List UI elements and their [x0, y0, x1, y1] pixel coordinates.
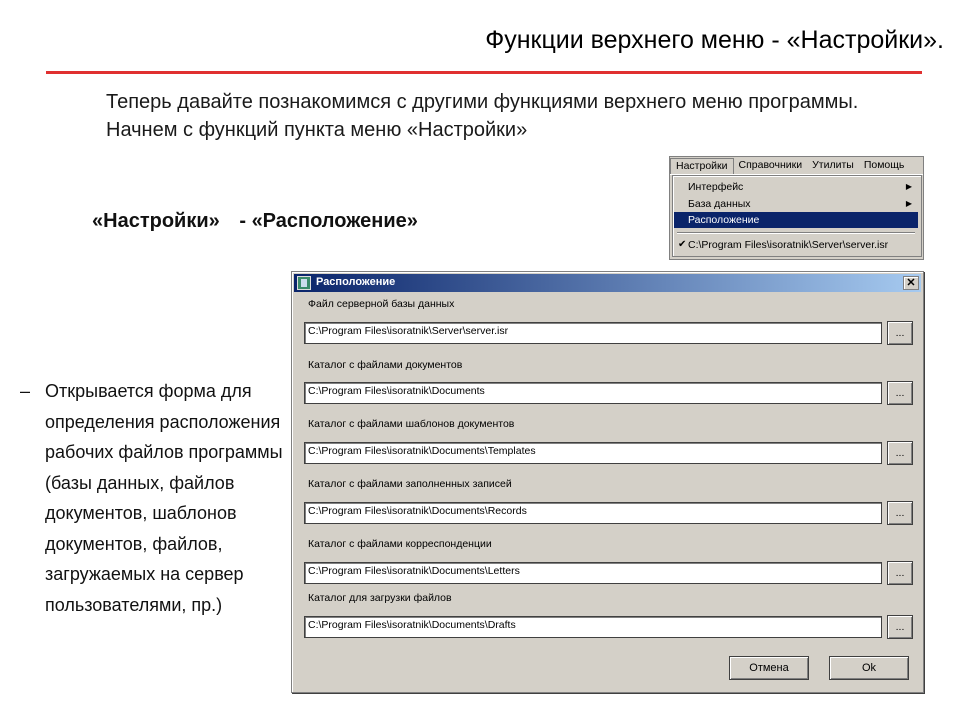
menu-item-database[interactable]: База данных ▶ — [674, 196, 918, 212]
heading-menu-name: «Настройки» — [92, 210, 220, 232]
field-label: Каталог для загрузки файлов — [308, 592, 452, 604]
cancel-button[interactable]: Отмена — [729, 656, 809, 680]
recent-file-path: C:\Program Files\isoratnik\Server\server… — [688, 239, 889, 251]
close-icon[interactable]: ✕ — [903, 276, 919, 290]
field-label: Каталог с файлами шаблонов документов — [308, 418, 515, 430]
menu-help[interactable]: Помощь — [859, 157, 910, 174]
bullet-dash: – — [20, 381, 31, 401]
dialog-title: Расположение — [316, 276, 396, 288]
app-icon — [297, 276, 311, 290]
browse-button[interactable]: ... — [887, 615, 913, 639]
menu-item-location[interactable]: Расположение — [674, 212, 918, 228]
browse-button[interactable]: ... — [887, 321, 913, 345]
section-heading: «Настройки» - «Расположение» — [92, 210, 418, 233]
records-path-input[interactable]: C:\Program Files\isoratnik\Documents\Rec… — [304, 502, 882, 524]
heading-separator: - — [239, 210, 246, 232]
slide-title: Функции верхнего меню - «Настройки». — [485, 26, 944, 54]
heading-item-name: «Расположение» — [251, 210, 418, 232]
browse-button[interactable]: ... — [887, 501, 913, 525]
browse-button[interactable]: ... — [887, 441, 913, 465]
server-db-path-input[interactable]: C:\Program Files\isoratnik\Server\server… — [304, 322, 882, 344]
bullet-text: Открывается форма для определения распол… — [45, 381, 283, 615]
title-rule — [46, 71, 922, 74]
menu-utilities[interactable]: Утилиты — [807, 157, 859, 174]
menu-separator — [677, 232, 915, 234]
check-icon: ✔ — [678, 239, 687, 250]
letters-path-input[interactable]: C:\Program Files\isoratnik\Documents\Let… — [304, 562, 882, 584]
menu-item-label: Расположение — [688, 214, 760, 226]
menu-item-label: Интерфейс — [688, 181, 744, 193]
menu-settings[interactable]: Настройки — [670, 157, 734, 174]
templates-path-input[interactable]: C:\Program Files\isoratnik\Documents\Tem… — [304, 442, 882, 464]
menu-item-recent-file[interactable]: ✔ C:\Program Files\isoratnik\Server\serv… — [674, 237, 918, 253]
field-label: Каталог с файлами документов — [308, 359, 463, 371]
browse-button[interactable]: ... — [887, 381, 913, 405]
intro-text: Теперь давайте познакомимся с другими фу… — [106, 91, 859, 141]
submenu-arrow-icon: ▶ — [905, 199, 912, 208]
browse-button[interactable]: ... — [887, 561, 913, 585]
drafts-path-input[interactable]: C:\Program Files\isoratnik\Documents\Dra… — [304, 616, 882, 638]
menu-references[interactable]: Справочники — [734, 157, 808, 174]
dialog-titlebar[interactable]: Расположение ✕ — [294, 274, 921, 292]
menubar: Настройки Справочники Утилиты Помощь — [670, 157, 923, 175]
menu-item-interface[interactable]: Интерфейс ▶ — [674, 179, 918, 195]
submenu-arrow-icon: ▶ — [905, 182, 912, 191]
settings-menu-screenshot: Настройки Справочники Утилиты Помощь Инт… — [669, 156, 924, 260]
documents-path-input[interactable]: C:\Program Files\isoratnik\Documents — [304, 382, 882, 404]
field-label: Каталог с файлами заполненных записей — [308, 478, 512, 490]
location-dialog: Расположение ✕ Файл серверной базы данны… — [291, 271, 924, 693]
field-label: Каталог с файлами корреспонденции — [308, 538, 492, 550]
ok-button[interactable]: Ok — [829, 656, 909, 680]
field-label: Файл серверной базы данных — [308, 298, 455, 310]
menu-item-label: База данных — [688, 198, 751, 210]
settings-dropdown: Интерфейс ▶ База данных ▶ Расположение ✔… — [672, 175, 922, 257]
